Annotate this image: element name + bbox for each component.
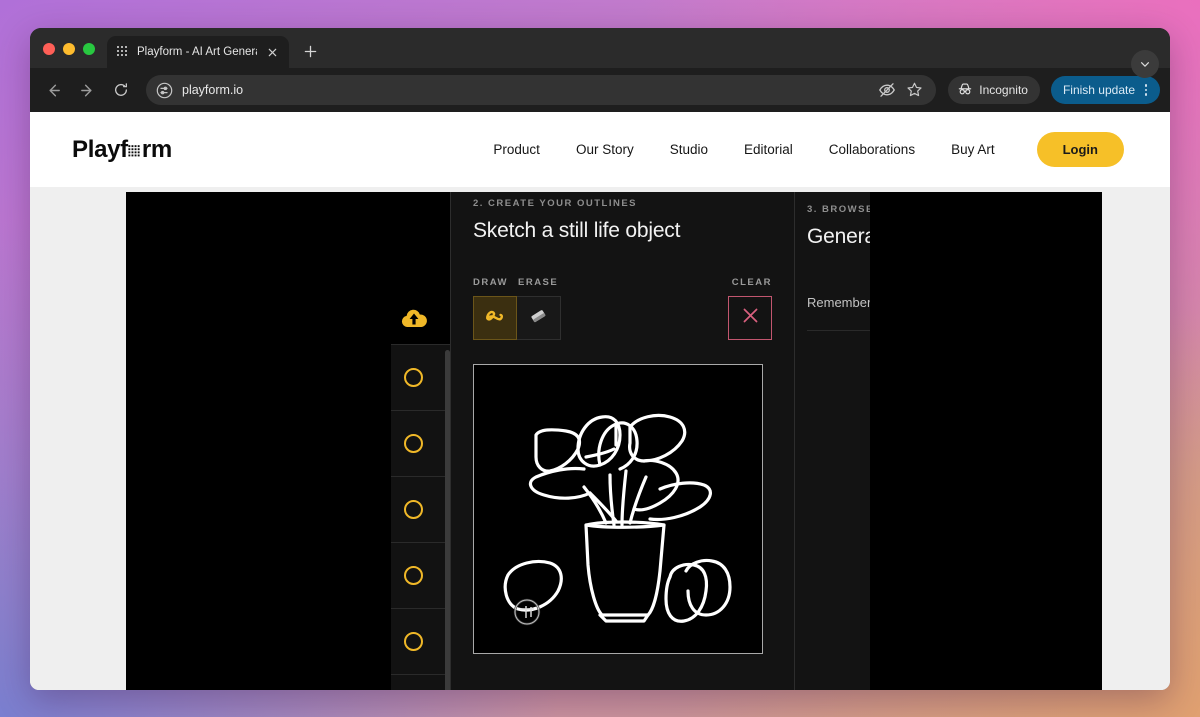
forward-arrow-icon[interactable]: [72, 75, 102, 105]
browser-toolbar: playform.io Incognito Finish update: [30, 68, 1170, 112]
playform-logo[interactable]: Playf rm: [72, 136, 172, 164]
site-header: Playf rm Product Our Story Studio Editor…: [30, 112, 1170, 187]
logo-text-post: rm: [141, 135, 172, 163]
browser-tab[interactable]: Playform - AI Art Generator -: [107, 36, 289, 68]
left-panel-occluder: [126, 192, 391, 690]
tool-buttons: [473, 296, 561, 340]
nav-item-studio[interactable]: Studio: [670, 142, 708, 157]
app-stage: ge: [30, 187, 1170, 690]
grid-favicon-icon: [116, 45, 130, 59]
reload-icon[interactable]: [106, 75, 136, 105]
address-bar[interactable]: playform.io: [146, 75, 937, 105]
draw-label: DRAW: [473, 277, 509, 288]
eraser-icon: [527, 305, 550, 331]
nav-item-our-story[interactable]: Our Story: [576, 142, 634, 157]
tool-labels: DRAW ERASE: [473, 277, 558, 288]
address-bar-url[interactable]: playform.io: [182, 83, 869, 97]
incognito-hat-icon: [957, 81, 973, 100]
clear-canvas-button[interactable]: [728, 296, 772, 340]
browser-window: Playform - AI Art Generator -: [30, 28, 1170, 690]
center-panel-sketch: 2. CREATE YOUR OUTLINES Sketch a still l…: [450, 192, 794, 690]
x-icon: [741, 306, 760, 330]
browser-tab-title: Playform - AI Art Generator -: [137, 46, 257, 58]
step-2-title: Sketch a still life object: [473, 219, 681, 242]
center-panel-body: 2. CREATE YOUR OUTLINES Sketch a still l…: [451, 192, 794, 690]
kebab-menu-icon[interactable]: [1139, 84, 1153, 96]
sketch-canvas[interactable]: [473, 364, 763, 654]
radio-unchecked-icon[interactable]: [404, 566, 423, 585]
grid-logo-icon: [128, 136, 141, 156]
erase-tool-button[interactable]: [517, 296, 561, 340]
maximize-window-button[interactable]: [83, 43, 95, 55]
close-tab-icon[interactable]: [264, 44, 281, 61]
bookmark-star-icon[interactable]: [906, 81, 924, 99]
login-button[interactable]: Login: [1036, 132, 1124, 167]
radio-unchecked-icon[interactable]: [404, 500, 423, 519]
incognito-indicator[interactable]: Incognito: [948, 76, 1040, 104]
left-panel-upload: ge: [126, 192, 454, 690]
nav-item-editorial[interactable]: Editorial: [744, 142, 793, 157]
nav-item-collaborations[interactable]: Collaborations: [829, 142, 915, 157]
new-tab-button[interactable]: [297, 38, 323, 64]
page-viewport: Playf rm Product Our Story Studio Editor…: [30, 112, 1170, 690]
window-traffic-lights: [43, 43, 95, 68]
radio-unchecked-icon[interactable]: [404, 632, 423, 651]
cloud-upload-icon[interactable]: [400, 308, 428, 330]
eye-slash-icon[interactable]: [878, 81, 896, 99]
address-bar-actions: [878, 81, 928, 99]
nav-item-buy-art[interactable]: Buy Art: [951, 142, 995, 157]
close-window-button[interactable]: [43, 43, 55, 55]
right-panel-occluder: [870, 192, 1102, 690]
scribble-icon: [483, 305, 507, 332]
logo-text-pre: Playf: [72, 135, 128, 163]
site-nav: Product Our Story Studio Editorial Colla…: [493, 132, 1124, 167]
tab-strip: Playform - AI Art Generator -: [30, 28, 1170, 78]
nav-item-product[interactable]: Product: [493, 142, 540, 157]
step-2-label: 2. CREATE YOUR OUTLINES: [473, 198, 637, 209]
site-settings-tune-icon[interactable]: [156, 82, 173, 99]
radio-unchecked-icon[interactable]: [404, 434, 423, 453]
clear-label: CLEAR: [731, 277, 772, 288]
sketch-drawing: [474, 365, 762, 653]
minimize-window-button[interactable]: [63, 43, 75, 55]
incognito-label: Incognito: [979, 83, 1028, 97]
tab-search-chevron-down-icon[interactable]: [1131, 50, 1159, 78]
erase-label: ERASE: [518, 277, 559, 288]
drawing-toolbar: DRAW ERASE CLEAR: [473, 277, 772, 340]
radio-unchecked-icon[interactable]: [404, 368, 423, 387]
back-arrow-icon[interactable]: [38, 75, 68, 105]
finish-update-button[interactable]: Finish update: [1050, 76, 1160, 104]
finish-update-label: Finish update: [1062, 83, 1135, 97]
draw-tool-button[interactable]: [473, 296, 517, 340]
